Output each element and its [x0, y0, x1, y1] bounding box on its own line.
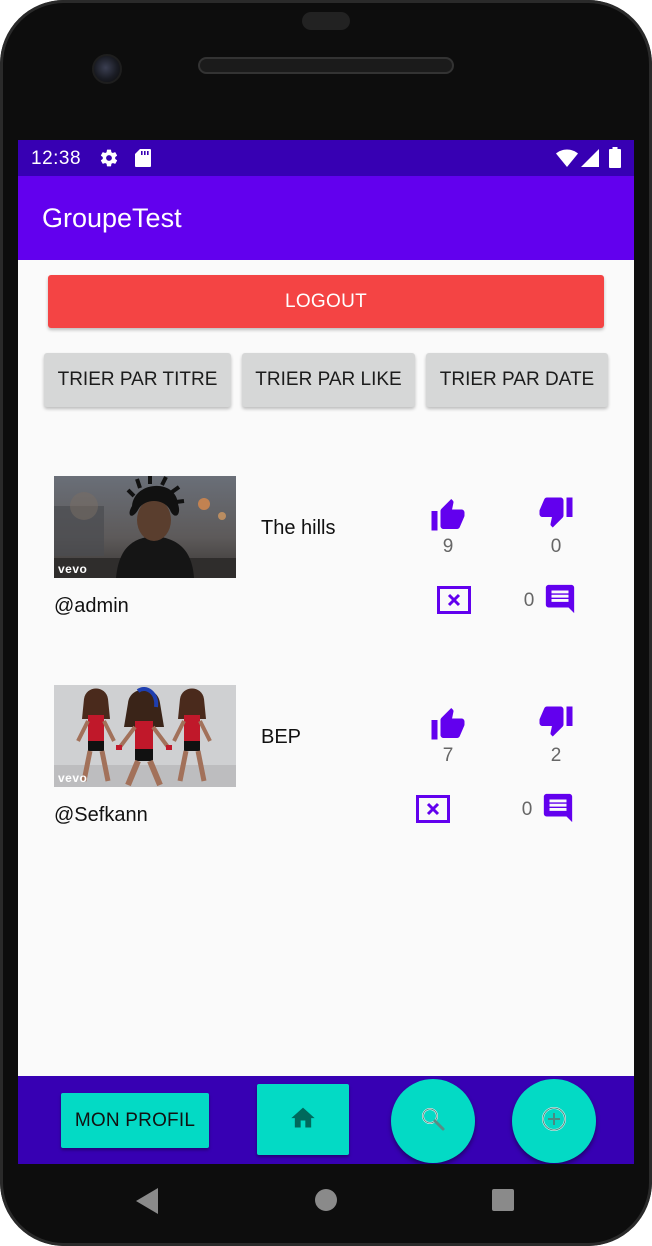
- delete-box-icon[interactable]: [414, 793, 452, 825]
- sd-card-icon: [134, 148, 152, 173]
- front-camera: [92, 54, 122, 84]
- post-author: @Sefkann: [54, 804, 148, 826]
- home-button[interactable]: [257, 1084, 349, 1155]
- vevo-watermark: vevo: [58, 771, 88, 785]
- post-title: The hills: [261, 517, 336, 539]
- app-title: GroupeTest: [42, 203, 182, 233]
- earpiece-speaker: [198, 57, 454, 74]
- post-author: @admin: [54, 595, 129, 617]
- comment-count: 0: [523, 590, 535, 611]
- bottom-navigation: MON PROFIL: [18, 1076, 634, 1164]
- video-thumbnail[interactable]: vevo: [54, 685, 236, 787]
- add-button[interactable]: [512, 1079, 596, 1163]
- thumb-down-icon[interactable]: [536, 703, 576, 743]
- thumb-up-icon[interactable]: [428, 494, 468, 534]
- status-time: 12:38: [31, 148, 82, 169]
- sort-by-date-button[interactable]: TRIER PAR DATE: [426, 353, 608, 407]
- home-circle-icon[interactable]: [314, 1188, 338, 1217]
- logout-button[interactable]: LOGOUT: [48, 275, 604, 328]
- comment-icon[interactable]: [540, 790, 576, 826]
- like-count: 7: [442, 745, 454, 766]
- video-thumbnail[interactable]: vevo: [54, 476, 236, 578]
- gear-icon: [99, 148, 119, 173]
- comment-count: 0: [521, 799, 533, 820]
- post-item: vevo BEP @Sefkann 7 2 0: [18, 685, 634, 855]
- search-icon: [419, 1105, 447, 1138]
- dislike-count: 2: [550, 745, 562, 766]
- status-bar: 12:38: [18, 140, 634, 176]
- phone-frame: 12:38 GroupeTest LOGOUT TRIER PAR TITRE: [0, 0, 652, 1246]
- phone-top-notch: [302, 12, 350, 30]
- search-button[interactable]: [391, 1079, 475, 1163]
- home-icon: [289, 1104, 317, 1135]
- system-navigation: [0, 1164, 652, 1246]
- back-icon[interactable]: [136, 1188, 158, 1219]
- my-profile-button[interactable]: MON PROFIL: [61, 1093, 209, 1148]
- post-title: BEP: [261, 726, 302, 748]
- signal-icon: [581, 149, 599, 172]
- app-bar: GroupeTest: [18, 176, 634, 260]
- sort-by-title-button[interactable]: TRIER PAR TITRE: [44, 353, 231, 407]
- recents-icon[interactable]: [492, 1189, 514, 1216]
- delete-box-icon[interactable]: [435, 584, 473, 616]
- add-icon: [540, 1105, 568, 1138]
- sort-by-like-button[interactable]: TRIER PAR LIKE: [242, 353, 415, 407]
- thumb-down-icon[interactable]: [536, 494, 576, 534]
- vevo-watermark: vevo: [58, 562, 88, 576]
- battery-icon: [609, 147, 621, 173]
- thumb-up-icon[interactable]: [428, 703, 468, 743]
- wifi-icon: [556, 149, 578, 172]
- app-screen: 12:38 GroupeTest LOGOUT TRIER PAR TITRE: [18, 140, 634, 1164]
- dislike-count: 0: [550, 536, 562, 557]
- like-count: 9: [442, 536, 454, 557]
- comment-icon[interactable]: [542, 581, 578, 617]
- post-item: vevo The hills @admin 9 0 0: [18, 476, 634, 646]
